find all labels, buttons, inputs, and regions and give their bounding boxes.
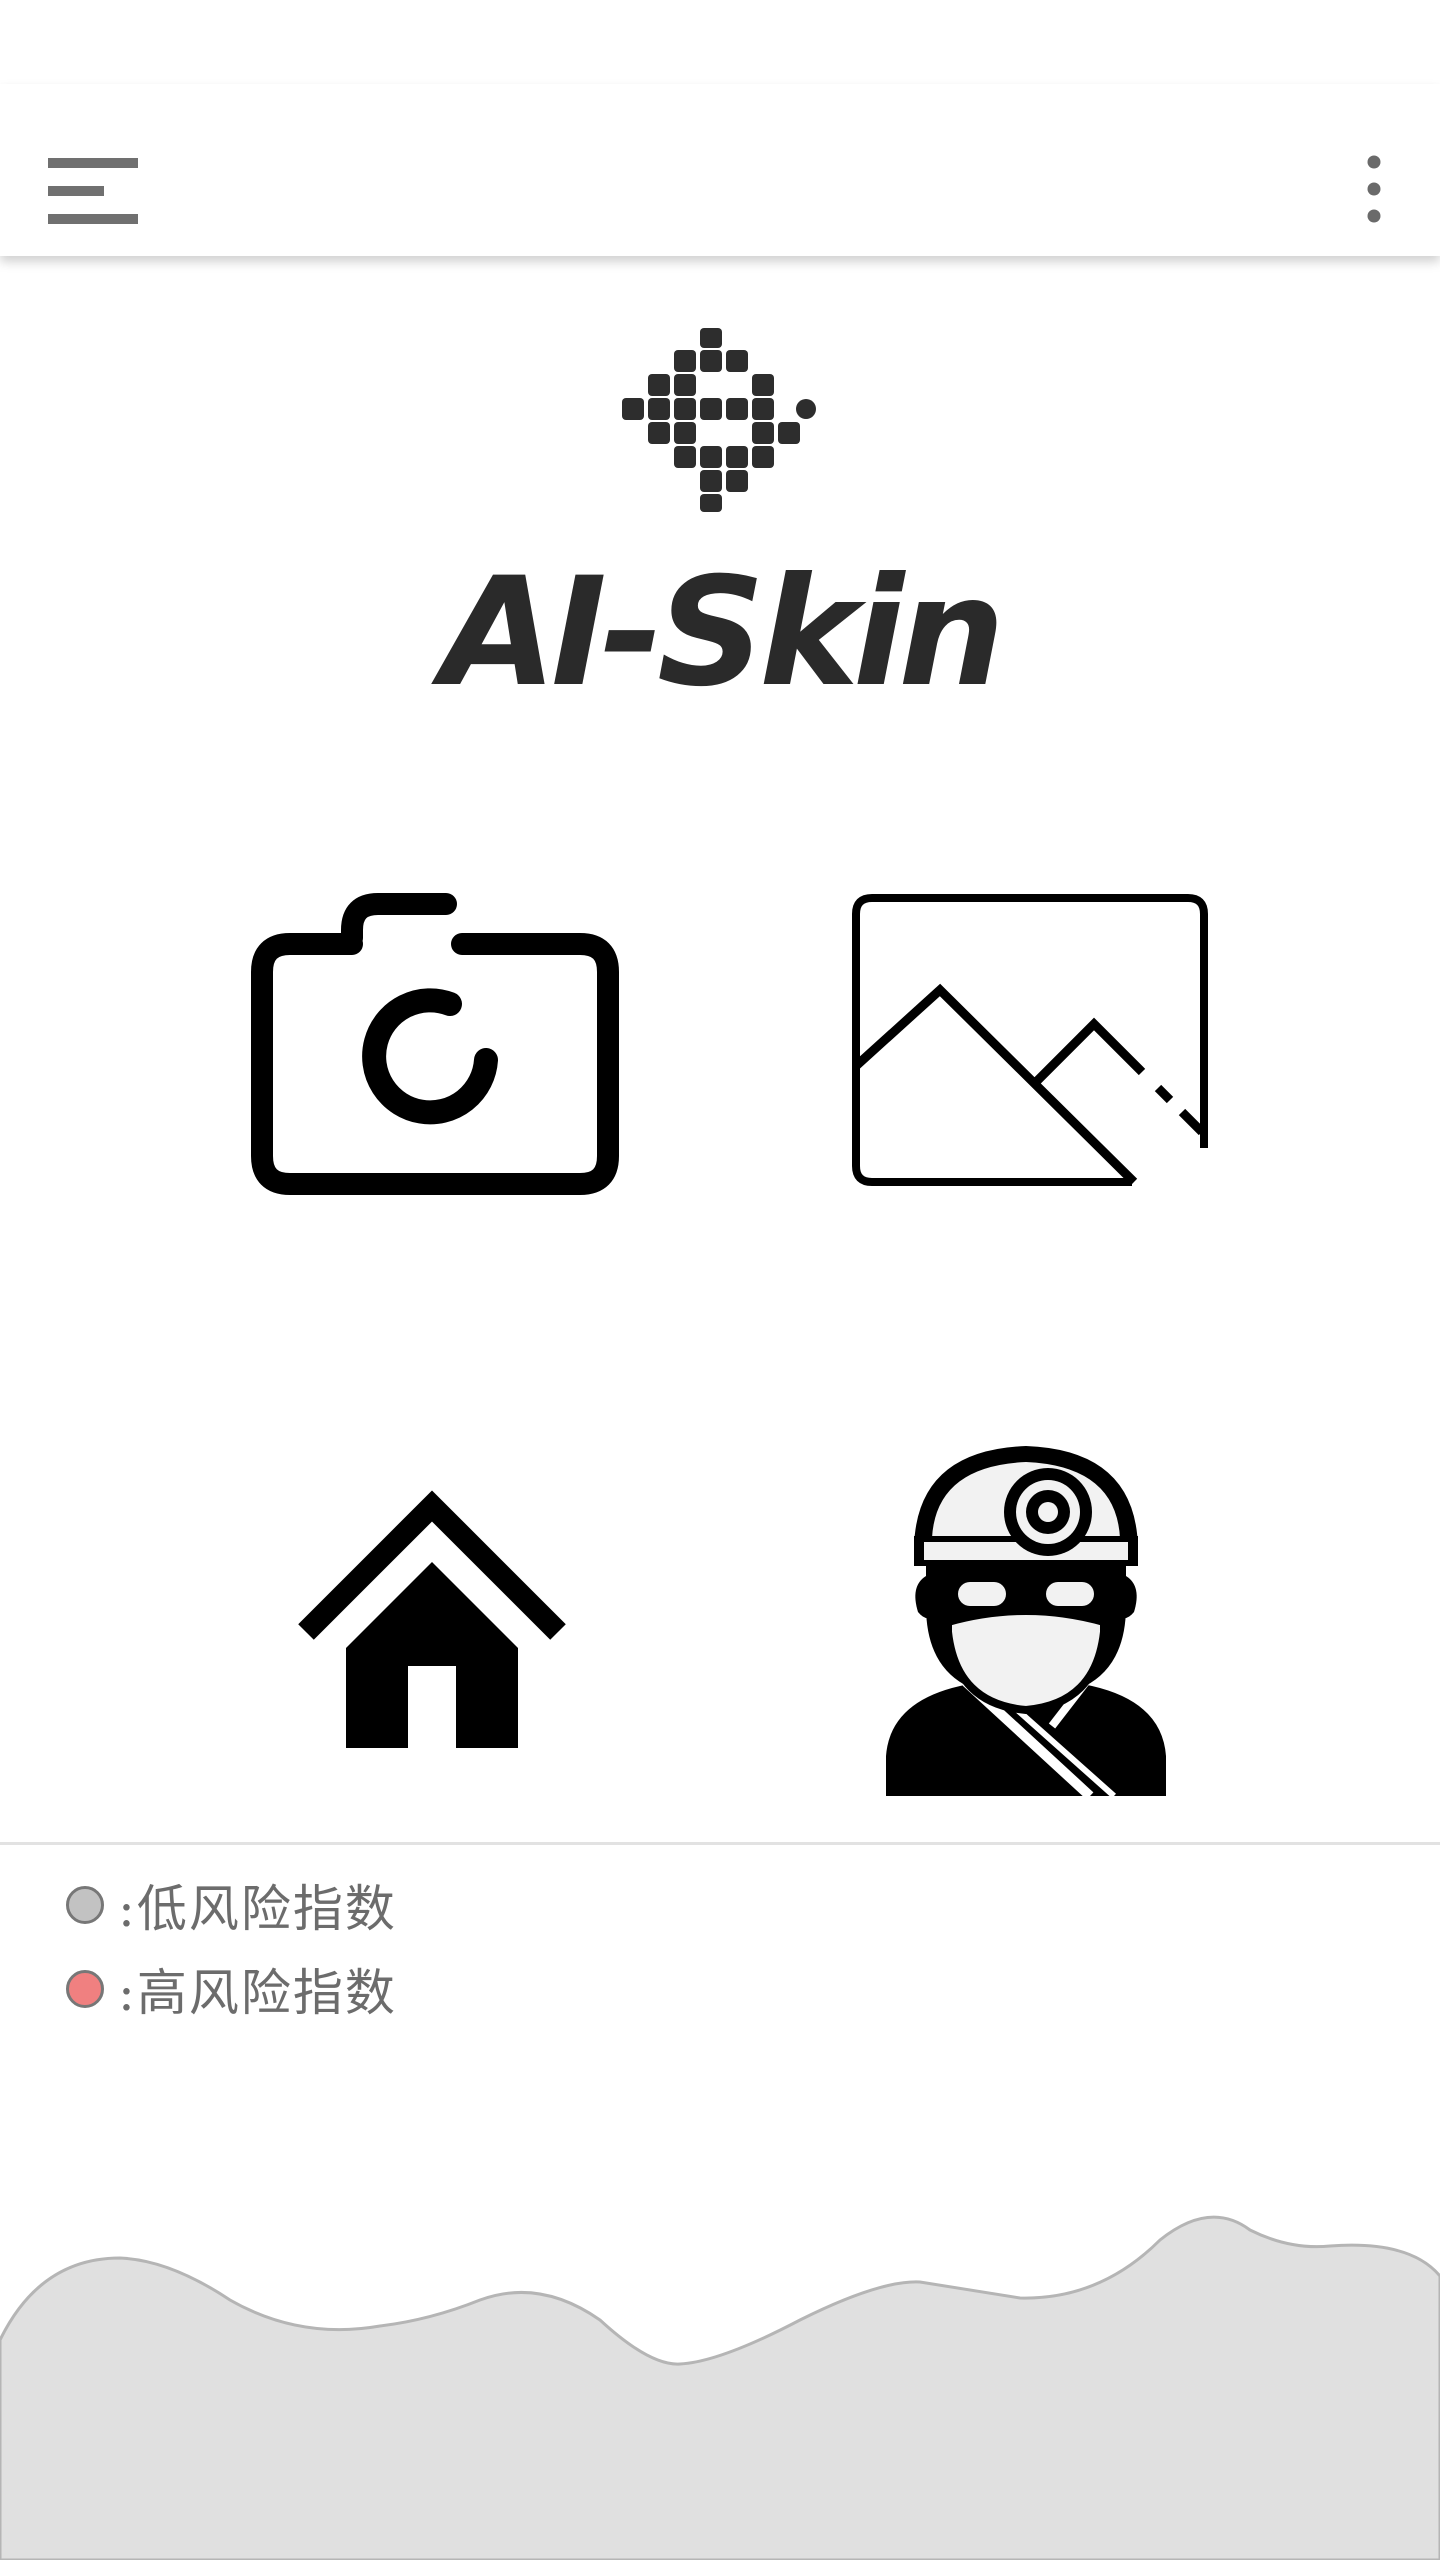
hamburger-menu-icon [48, 158, 138, 224]
toolbar [0, 84, 1440, 256]
legend-high-risk: :高风险指数 [66, 1954, 397, 2024]
low-risk-dot [66, 1886, 104, 1924]
wave-background [0, 2215, 1440, 2560]
low-risk-label: :低风险指数 [118, 1880, 397, 1938]
app-title: AI-Skin [440, 546, 1005, 720]
high-risk-label: :高风险指数 [118, 1964, 397, 2022]
more-options-button[interactable] [1320, 114, 1420, 226]
home-button[interactable] [296, 1480, 568, 1756]
legend-low-risk: :低风险指数 [66, 1870, 397, 1940]
menu-button[interactable] [28, 114, 152, 226]
more-vertical-icon [1367, 155, 1381, 223]
app-logo [600, 320, 840, 520]
home-icon [298, 1490, 566, 1748]
decorative-wave [0, 2180, 1440, 2560]
status-bar [0, 0, 1440, 84]
pixel-s-logo-icon [622, 328, 816, 512]
camera-button[interactable] [250, 890, 620, 1200]
doctor-icon [886, 1446, 1166, 1800]
image-gallery-icon [852, 894, 1208, 1186]
gallery-button[interactable] [848, 890, 1212, 1200]
high-risk-dot [66, 1970, 104, 2008]
divider [0, 1842, 1440, 1845]
doctor-button[interactable] [876, 1436, 1176, 1800]
camera-icon [251, 893, 619, 1195]
